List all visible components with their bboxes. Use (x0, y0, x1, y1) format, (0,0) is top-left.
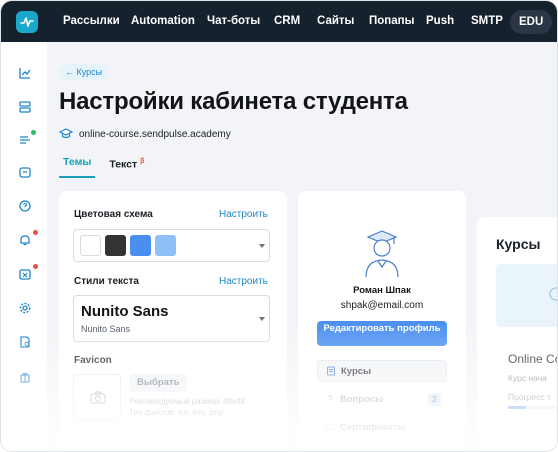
graduation-cap-icon (59, 128, 73, 139)
course-illustration-icon (549, 287, 557, 301)
book-icon (327, 366, 335, 376)
tab-text-label: Текст (109, 158, 138, 171)
color-swatch-light-blue (155, 235, 176, 256)
inbox-icon[interactable] (18, 267, 32, 281)
color-scheme-configure-link[interactable]: Настроить (219, 209, 268, 220)
nav-item-mailings[interactable]: Рассылки (63, 1, 120, 42)
courses-title: Курсы (496, 236, 541, 252)
status-dot (31, 130, 36, 135)
nav-item-smtp[interactable]: SMTP (471, 1, 503, 42)
body-font-name: Nunito Sans (81, 324, 131, 334)
app-window: Рассылки Automation Чат-боты CRM Сайты П… (0, 0, 558, 452)
favicon-preview[interactable] (73, 374, 121, 420)
choose-favicon-button[interactable]: Выбрать (129, 374, 188, 392)
camera-icon (90, 391, 106, 404)
student-email: shpak@email.com (340, 300, 424, 311)
notification-dot (33, 230, 38, 235)
courses-preview-card: Курсы Online Co Курс нача Прогресс т (477, 217, 558, 451)
list-icon[interactable] (18, 133, 32, 147)
nav-item-edu[interactable]: EDU (510, 10, 553, 34)
settings-tabs: Темы Текст β (59, 152, 158, 178)
heading-font-name: Nunito Sans (81, 303, 169, 320)
beta-badge: β (140, 158, 145, 165)
profile-menu-courses[interactable]: Курсы (317, 360, 447, 382)
student-profile-preview: Роман Шпак shpak@email.com Редактировать… (298, 191, 466, 451)
sendpulse-logo-icon[interactable] (16, 11, 38, 33)
color-swatch-white (80, 235, 101, 256)
tab-text[interactable]: Текст β (109, 152, 144, 178)
course-title: Online Co (508, 352, 558, 366)
bell-icon[interactable] (18, 233, 32, 247)
back-to-courses-link[interactable]: ← Курсы (59, 64, 109, 80)
menu-label-courses: Курсы (341, 365, 372, 377)
nav-item-chatbots[interactable]: Чат-боты (207, 1, 260, 42)
chevron-down-icon (259, 317, 265, 321)
nav-item-crm[interactable]: CRM (274, 1, 300, 42)
favicon-size-hint: Рекомендуемый размер: 48x48 (129, 397, 245, 406)
course-progress-bar (508, 406, 557, 409)
tab-themes[interactable]: Темы (59, 152, 96, 178)
text-styles-label: Стили текста (74, 276, 139, 287)
color-scheme-select[interactable] (73, 229, 270, 262)
document-icon[interactable] (18, 335, 32, 349)
question-icon (327, 394, 333, 403)
menu-label-questions: Вопросы (340, 393, 384, 405)
settings-icon[interactable] (18, 301, 32, 315)
text-styles-select[interactable]: Nunito Sans Nunito Sans (73, 295, 270, 342)
top-navigation: Рассылки Automation Чат-боты CRM Сайты П… (1, 1, 557, 42)
gift-icon[interactable] (18, 370, 32, 384)
questions-count-badge: 2 (428, 393, 441, 406)
main-content: ← Курсы Настройки кабинета студента onli… (47, 42, 558, 451)
database-icon[interactable] (18, 100, 32, 114)
profile-menu-questions[interactable]: Вопросы 2 (317, 388, 447, 410)
domain-text: online-course.sendpulse.academy (79, 128, 231, 140)
tab-themes-label: Темы (63, 156, 92, 168)
certificate-icon (325, 423, 335, 431)
chat-icon[interactable] (18, 166, 32, 180)
favicon-type-hint: Тип файлов: ico, svg, png (129, 408, 223, 417)
nav-item-sites[interactable]: Сайты (317, 1, 354, 42)
page-title: Настройки кабинета студента (59, 88, 408, 115)
color-swatch-blue (130, 235, 151, 256)
theme-settings-panel: Цветовая схема Настроить Стили текста На… (59, 191, 287, 451)
notification-dot (33, 264, 38, 269)
nav-item-push[interactable]: Push (426, 1, 454, 42)
profile-menu-certificates[interactable]: Сертификаты (317, 416, 447, 438)
text-styles-configure-link[interactable]: Настроить (219, 276, 268, 287)
edit-profile-button[interactable]: Редактировать профиль (317, 321, 447, 346)
help-icon[interactable] (18, 199, 32, 213)
academy-domain: online-course.sendpulse.academy (59, 128, 231, 140)
nav-item-popups[interactable]: Попапы (369, 1, 414, 42)
color-scheme-label: Цветовая схема (74, 209, 153, 220)
color-swatch-dark (105, 235, 126, 256)
student-name: Роман Шпак (353, 285, 411, 296)
chevron-down-icon (259, 244, 265, 248)
course-start-text: Курс нача (508, 373, 547, 383)
course-progress-fill (508, 406, 526, 409)
student-avatar-icon (365, 230, 399, 278)
course-progress-label: Прогресс т (508, 392, 551, 402)
menu-label-certificates: Сертификаты (340, 421, 406, 433)
favicon-label: Favicon (74, 355, 112, 366)
course-thumbnail[interactable] (496, 264, 557, 327)
nav-item-automation[interactable]: Automation (131, 1, 195, 42)
analytics-icon[interactable] (18, 66, 32, 80)
left-sidebar (1, 42, 47, 451)
